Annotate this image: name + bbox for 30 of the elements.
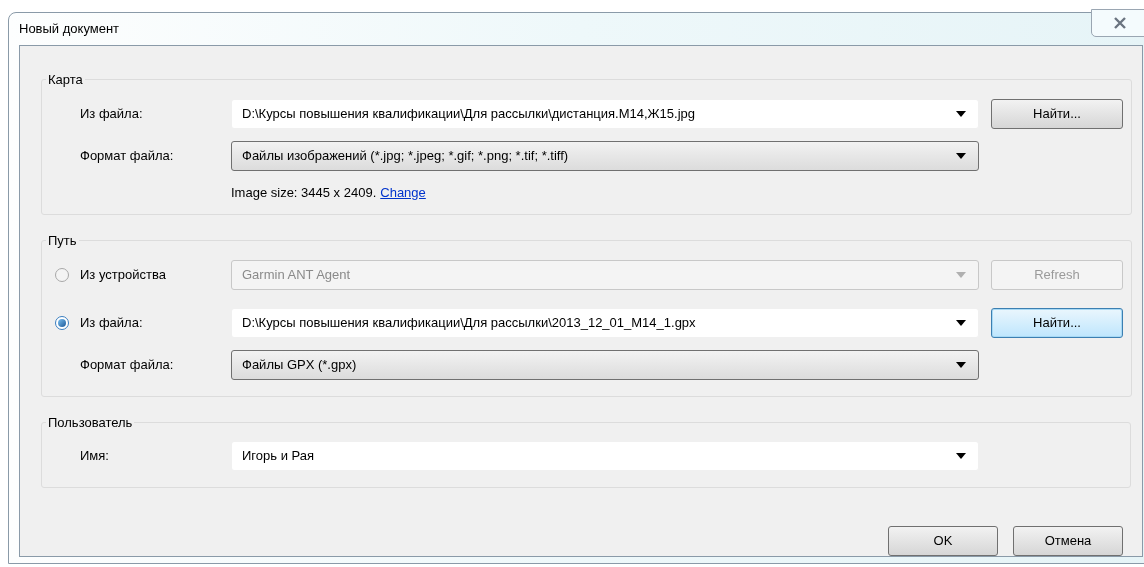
field-label: Из файла:	[80, 104, 143, 123]
group-title: Карта	[47, 71, 84, 89]
ok-button[interactable]: OK	[888, 526, 998, 556]
cancel-button[interactable]: Отмена	[1013, 526, 1123, 556]
browse-button[interactable]: Найти...	[991, 307, 1123, 338]
radio-button[interactable]	[55, 315, 69, 330]
group-title: Путь	[47, 232, 78, 250]
field-label: Имя:	[80, 447, 109, 466]
dropdown-arrow-icon	[956, 271, 966, 278]
field-label: Формат файла:	[80, 355, 174, 374]
dropdown-field[interactable]: D:\Курсы повышения квалификации\Для рассылки\дистанция.М14,Ж15.jpg	[231, 98, 979, 129]
dropdown-arrow-icon	[956, 319, 966, 326]
image-size-text: Image size: 3445 x 2409.	[231, 183, 377, 202]
field-label: Формат файла:	[80, 146, 174, 165]
dropdown-field[interactable]: D:\Курсы повышения квалификации\Для рассылки\2013_12_01_M14_1.gpx	[231, 307, 979, 338]
window-title: Новый документ	[19, 20, 120, 39]
field-label: Из устройства	[80, 265, 166, 284]
close-icon	[1113, 17, 1127, 29]
browse-button[interactable]: Найти...	[991, 98, 1123, 129]
dropdown-field[interactable]: Файлы GPX (*.gpx)	[231, 349, 979, 380]
field-label: Из файла:	[80, 313, 143, 332]
change-link[interactable]: Change	[380, 182, 426, 202]
group-title: Пользователь	[47, 413, 134, 432]
dropdown-arrow-icon	[956, 453, 966, 459]
dropdown-field[interactable]: Игорь и Рая	[231, 441, 979, 471]
close-button[interactable]	[1091, 9, 1144, 37]
dropdown-arrow-icon	[956, 152, 966, 159]
dropdown-arrow-icon	[956, 110, 966, 117]
dropdown-arrow-icon	[956, 361, 966, 368]
dropdown-field[interactable]: Файлы изображений (*.jpg; *.jpeg; *.gif; *.png; *.tif; *.tiff)	[231, 140, 979, 171]
